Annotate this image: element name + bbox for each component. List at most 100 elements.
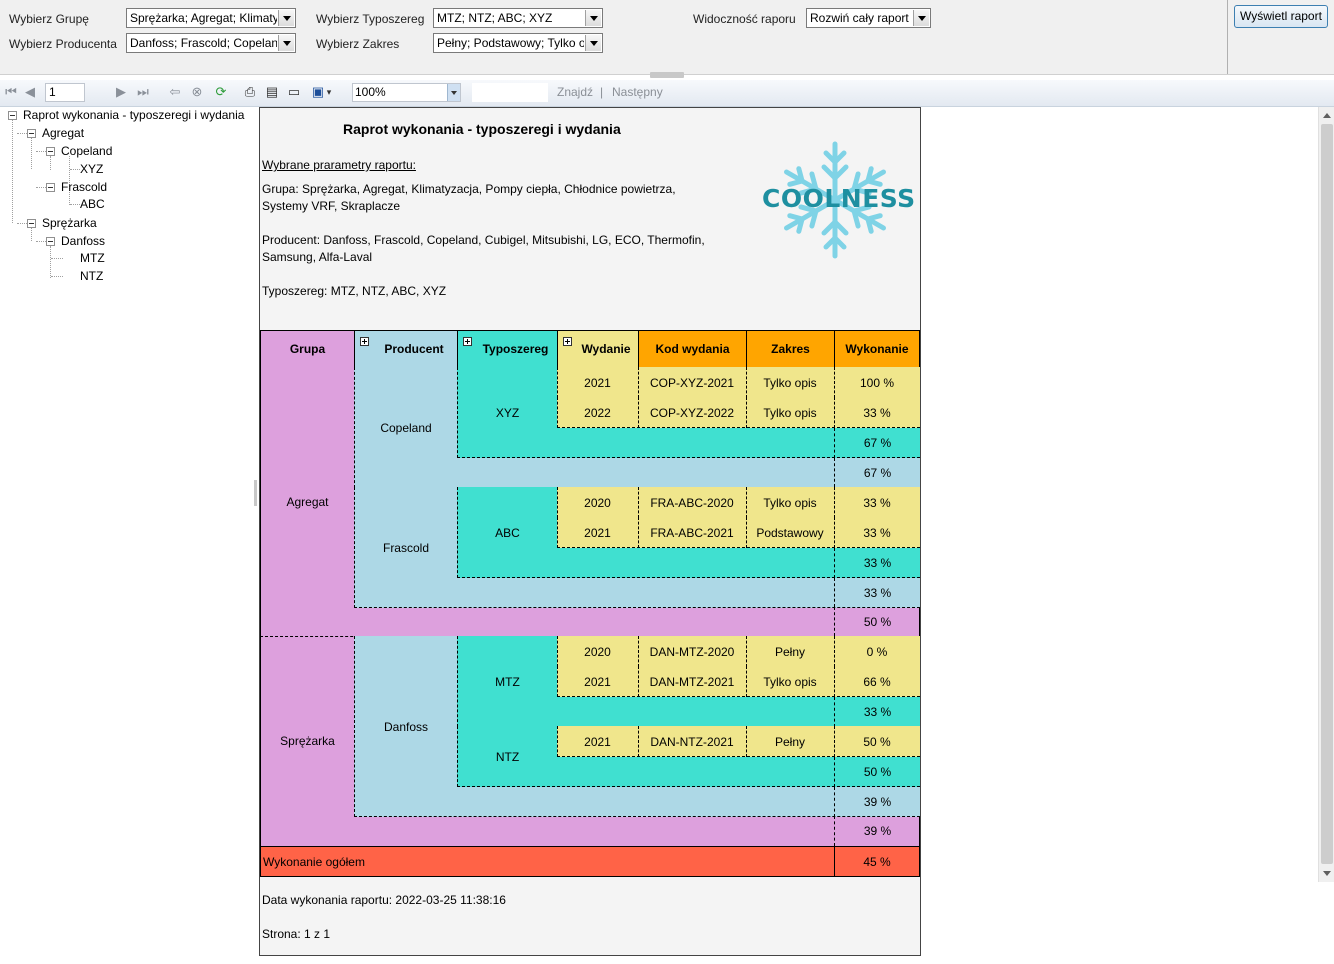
scroll-down-icon[interactable]: [1319, 866, 1334, 882]
collapse-icon[interactable]: [46, 147, 55, 156]
tree-item-frascold[interactable]: Frascold: [61, 180, 107, 194]
chevron-down-icon[interactable]: [585, 10, 601, 26]
tree-item-xyz[interactable]: XYZ: [80, 162, 103, 176]
edition-value: 2021: [584, 375, 611, 390]
header-range: Zakres: [746, 330, 835, 368]
subtotal-producer-frascold: 33 %: [834, 578, 920, 607]
edition-value: 2022: [584, 405, 611, 420]
tree-item-abc[interactable]: ABC: [80, 197, 105, 211]
refresh-icon[interactable]: ⟳: [213, 84, 229, 100]
total-label: Wykonanie ogółem: [263, 854, 365, 869]
subtotal-producer-danfoss: 39 %: [834, 787, 920, 817]
page-number-input[interactable]: 1: [45, 83, 85, 102]
execution-cell: 100 %: [834, 367, 920, 398]
visibility-dropdown-value: Rozwiń cały raport: [810, 11, 909, 25]
first-page-icon[interactable]: ⏮: [3, 84, 19, 100]
header-execution-label: Wykonanie: [845, 342, 909, 356]
expand-icon[interactable]: [360, 337, 369, 346]
find-separator: |: [600, 85, 604, 99]
producer-label: Copeland: [380, 420, 432, 435]
group-label: Agregat: [286, 495, 329, 509]
subtotal-group-sprezarka: 39 %: [834, 816, 920, 846]
tree-connector: [36, 151, 46, 152]
edition-cell: 2021: [557, 726, 639, 757]
tree-connector: [50, 246, 51, 278]
find-input[interactable]: [472, 83, 548, 102]
collapse-params-handle[interactable]: [650, 72, 684, 78]
series-label: ABC: [495, 525, 520, 540]
collapse-icon[interactable]: [46, 237, 55, 246]
subtotal-value: 33 %: [863, 585, 892, 600]
find-link[interactable]: Znajdź: [557, 85, 593, 99]
page-counter: Strona: 1 z 1: [262, 927, 331, 941]
tree-item-sprezarka[interactable]: Sprężarka: [42, 216, 97, 230]
chevron-down-icon[interactable]: [278, 35, 294, 51]
subtotal-value: 33 %: [863, 705, 892, 719]
collapse-icon[interactable]: [27, 129, 36, 138]
chevron-down-icon[interactable]: [585, 35, 601, 51]
chevron-down-icon[interactable]: [447, 84, 460, 101]
tree-connector: [51, 276, 63, 277]
chevron-down-icon[interactable]: [913, 10, 929, 26]
last-page-icon[interactable]: ⏭: [135, 84, 151, 100]
parameter-area: Wybierz Grupę Sprężarka; Agregat; Klimat…: [0, 0, 1334, 75]
series-param-label: Wybierz Typoszereg: [316, 12, 425, 26]
zoom-select[interactable]: 100%: [352, 83, 461, 102]
subtotal-value: 67 %: [863, 436, 892, 450]
logo-text: COOLNESS: [762, 184, 916, 213]
edition-cell: 2022: [557, 397, 639, 428]
producer-param-label: Wybierz Producenta: [9, 37, 117, 51]
expand-icon[interactable]: [463, 337, 472, 346]
tree-item-ntz[interactable]: NTZ: [80, 269, 103, 283]
range-param-label: Wybierz Zakres: [316, 37, 400, 51]
print-icon[interactable]: ⎙: [242, 84, 258, 100]
expand-icon[interactable]: [563, 337, 572, 346]
series-dropdown[interactable]: MTZ; NTZ; ABC; XYZ: [433, 8, 603, 28]
series-dropdown-value: MTZ; NTZ; ABC; XYZ: [437, 11, 553, 25]
execution-cell: 66 %: [834, 666, 920, 697]
export-dropdown-icon[interactable]: ▾: [325, 84, 333, 100]
collapse-icon[interactable]: [46, 183, 55, 192]
print-layout-icon[interactable]: ▭: [286, 84, 302, 100]
execution-value: 0 %: [866, 644, 888, 659]
tree-item-root[interactable]: Raprot wykonania - typoszeregi i wydania: [23, 108, 244, 122]
back-icon[interactable]: ⇦: [167, 84, 183, 100]
range-cell: Pełny: [746, 726, 835, 757]
view-report-button[interactable]: Wyświetl raport: [1234, 5, 1328, 28]
edition-value: 2020: [584, 644, 611, 659]
producer-cell-danfoss: Danfoss: [354, 636, 458, 817]
tree-item-agregat[interactable]: Agregat: [42, 126, 84, 140]
tree-item-danfoss[interactable]: Danfoss: [61, 234, 105, 248]
producer-params-line-1: Producent: Danfoss, Frascold, Copeland, …: [262, 233, 705, 247]
collapse-icon[interactable]: [8, 111, 17, 120]
subtotal-value: 67 %: [863, 465, 892, 480]
page-setup-icon[interactable]: ▤: [264, 84, 280, 100]
scrollbar-thumb[interactable]: [1321, 124, 1333, 864]
code-cell: FRA-ABC-2020: [638, 487, 747, 518]
execution-value: 33 %: [863, 495, 891, 510]
chevron-down-icon[interactable]: [278, 10, 294, 26]
stop-icon[interactable]: ⊗: [189, 84, 205, 100]
vertical-scrollbar[interactable]: [1318, 107, 1334, 882]
range-dropdown[interactable]: Pełny; Podstawowy; Tylko opis: [433, 33, 603, 53]
tree-item-mtz[interactable]: MTZ: [80, 251, 105, 265]
tree-item-copeland[interactable]: Copeland: [61, 144, 112, 158]
range-value: Pełny: [774, 644, 806, 659]
find-next-link[interactable]: Następny: [612, 85, 663, 99]
export-icon[interactable]: ▣: [310, 84, 326, 100]
collapse-icon[interactable]: [27, 219, 36, 228]
series-cell-mtz: MTZ: [457, 636, 558, 727]
next-page-icon[interactable]: ▶: [113, 84, 129, 100]
visibility-dropdown[interactable]: Rozwiń cały raport: [806, 8, 931, 28]
scroll-up-icon[interactable]: [1319, 107, 1334, 123]
group-params-line-1: Grupa: Sprężarka, Agregat, Klimatyzacja,…: [262, 182, 676, 196]
prev-page-icon[interactable]: ◀: [22, 84, 38, 100]
execution-cell: 0 %: [834, 636, 920, 667]
report-toolbar: ⏮ ◀ 1 ▶ ⏭ ⇦ ⊗ ⟳ ⎙ ▤ ▭ ▣ ▾ 100% Znajdź | …: [0, 80, 1334, 107]
splitter[interactable]: [252, 107, 258, 964]
group-dropdown[interactable]: Sprężarka; Agregat; Klimatyzacja; Pompy …: [126, 8, 296, 28]
splitter-grip[interactable]: [254, 480, 257, 506]
producer-dropdown[interactable]: Danfoss; Frascold; Copeland; Cubigel; Mi…: [126, 33, 296, 53]
execution-value: 33 %: [863, 525, 891, 540]
edition-cell: 2020: [557, 487, 639, 518]
